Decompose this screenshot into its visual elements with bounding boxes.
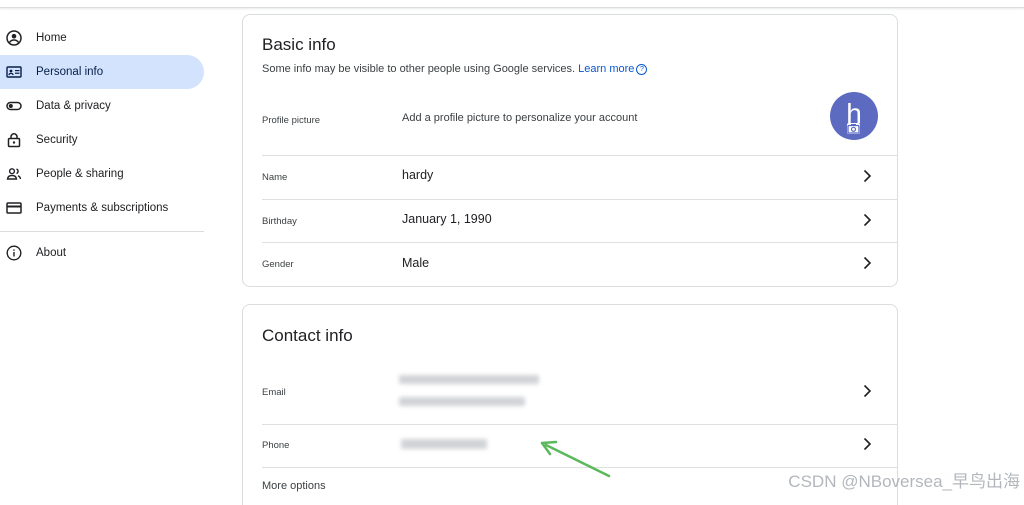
row-label: Gender [262,259,294,270]
chevron-right-icon [861,437,873,451]
annotation-arrow [540,440,611,478]
sidebar-item-label: Data & privacy [36,100,111,112]
chevron-right-icon [861,213,873,227]
sidebar-item-people-sharing[interactable]: People & sharing [0,157,210,191]
chevron-right-icon [861,169,873,183]
sidebar-item-label: Home [36,32,67,44]
sidebar-divider [0,231,204,232]
blurred-email [399,375,539,384]
birthday-row[interactable]: Birthday January 1, 1990 [262,199,897,243]
help-icon[interactable]: ? [636,64,648,75]
row-label: Phone [262,440,290,451]
learn-more-link[interactable]: Learn more [578,63,634,75]
row-label: Name [262,172,288,183]
card-title: Contact info [262,326,353,345]
row-label: Birthday [262,216,297,227]
sidebar-item-label: Payments & subscriptions [36,202,169,214]
sidebar-item-personal-info[interactable]: Personal info [0,55,204,89]
sidebar-item-label: About [36,247,67,259]
more-options-link[interactable]: More options [262,480,326,492]
card-title: Basic info [262,35,336,54]
sidebar-item-payments[interactable]: Payments & subscriptions [0,191,210,225]
account-circle-icon [6,30,22,46]
gender-row[interactable]: Gender Male [262,242,897,286]
toggle-icon [6,98,22,114]
blurred-phone [401,439,487,449]
sidebar-item-label: Personal info [36,66,104,78]
sidebar-item-home[interactable]: Home [0,21,210,55]
avatar[interactable]: h [830,92,878,140]
sidebar-item-label: Security [36,134,78,146]
name-row[interactable]: Name hardy [262,155,897,200]
camera-icon [847,123,860,134]
row-value: hardy [402,168,434,182]
basic-info-card: Basic info Some info may be visible to o… [242,14,898,287]
people-icon [6,166,22,182]
top-app-bar [0,0,1024,8]
credit-card-icon [6,200,22,216]
row-value: Male [402,256,430,270]
info-icon [6,245,22,261]
blurred-email [399,397,525,406]
row-label: Profile picture [262,115,321,126]
chevron-right-icon [861,384,873,398]
row-value: Add a profile picture to personalize you… [402,112,638,124]
sidebar-nav: Home Personal info Data & privacy Securi… [0,21,210,270]
subtitle-text: Some info may be visible to other people… [262,63,576,75]
sidebar-item-label: People & sharing [36,168,124,180]
profile-picture-row[interactable]: Profile picture Add a profile picture to… [262,92,897,156]
lock-icon [6,132,22,148]
row-label: Email [262,387,286,398]
chevron-right-icon [861,256,873,270]
sidebar-item-data-privacy[interactable]: Data & privacy [0,89,210,123]
sidebar-item-security[interactable]: Security [0,123,210,157]
watermark: CSDN @NBoversea_早鸟出海 [788,472,1020,491]
email-row[interactable]: Email [262,367,897,425]
sidebar-item-about[interactable]: About [0,236,210,270]
id-card-icon [6,64,22,80]
row-value: January 1, 1990 [402,212,492,226]
card-subtitle: Some info may be visible to other people… [262,63,648,75]
